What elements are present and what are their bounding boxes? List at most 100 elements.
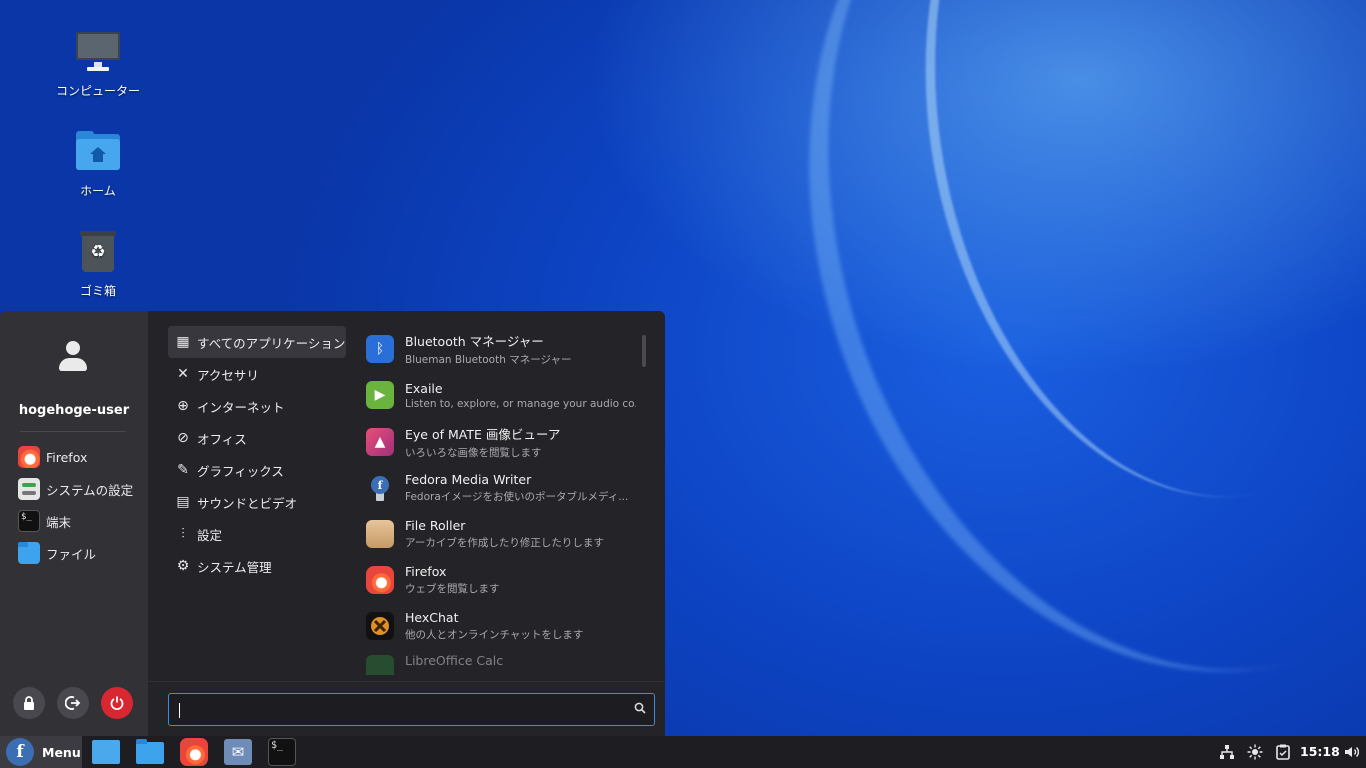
firefox-icon xyxy=(366,566,394,594)
brightness-icon[interactable] xyxy=(1244,736,1266,768)
menu-button[interactable]: f Menu xyxy=(0,736,82,768)
favorite-label: 端末 xyxy=(46,514,72,530)
computer-icon xyxy=(74,28,122,76)
power-icon xyxy=(110,696,124,710)
favorite-system-settings[interactable]: システムの設定 xyxy=(18,478,133,500)
hexchat-icon xyxy=(366,612,394,640)
globe-icon: ⊕ xyxy=(177,398,189,414)
desktop-icon-computer[interactable]: コンピューター xyxy=(38,28,158,99)
app-item-fedora-media-writer[interactable]: f Fedora Media Writer Fedoraイメージをお使いのポータ… xyxy=(366,467,636,509)
clock[interactable]: 15:18 xyxy=(1300,736,1340,768)
libreoffice-calc-icon xyxy=(366,655,394,675)
app-item-exaile[interactable]: ▶ Exaile Listen to, explore, or manage y… xyxy=(366,374,636,416)
app-description: いろいろな画像を閲覧します xyxy=(405,447,542,459)
app-description: Fedoraイメージをお使いのポータブルメディ... xyxy=(405,491,629,503)
trash-icon: ♻ xyxy=(74,228,122,276)
desktop-icon-label: コンピューター xyxy=(55,84,140,98)
app-item-eye-of-mate[interactable]: ▲ Eye of MATE 画像ビューア いろいろな画像を閲覧します xyxy=(366,421,636,463)
tools-icon: ✕ xyxy=(177,366,189,382)
application-menu: hogehoge-user Firefox システムの設定 $_ 端末 ファイル xyxy=(0,311,665,736)
category-internet[interactable]: ⊕ インターネット xyxy=(168,390,346,422)
gear-icon: ⚙ xyxy=(176,558,190,574)
exaile-icon: ▶ xyxy=(366,381,394,409)
app-name: Firefox xyxy=(405,564,447,579)
desktop-icon-label: ホーム xyxy=(80,184,116,198)
firefox-icon[interactable] xyxy=(180,738,208,766)
files-icon xyxy=(18,542,40,564)
app-name: Exaile xyxy=(405,380,443,396)
search-input[interactable] xyxy=(169,702,626,717)
text-caret xyxy=(179,703,180,718)
app-description: ウェブを閲覧します xyxy=(405,583,500,595)
category-office[interactable]: ⊘ オフィス xyxy=(168,422,346,454)
clipboard-icon[interactable] xyxy=(1272,736,1294,768)
app-description: Listen to, explore, or manage your audio… xyxy=(405,397,636,410)
divider xyxy=(20,431,126,432)
app-list-scrollbar[interactable] xyxy=(642,335,646,367)
lock-button[interactable] xyxy=(13,687,45,719)
category-label: アクセサリ xyxy=(197,367,259,383)
search-icon xyxy=(626,702,654,717)
app-name: HexChat xyxy=(405,610,459,625)
app-name: Bluetooth マネージャー xyxy=(405,334,544,349)
app-name: LibreOffice Calc xyxy=(405,652,504,668)
app-item-file-roller[interactable]: File Roller アーカイブを作成したり修正したりします xyxy=(366,513,636,555)
folder-icon[interactable] xyxy=(136,739,164,764)
category-system[interactable]: ⚙ システム管理 xyxy=(168,550,346,582)
favorite-firefox[interactable]: Firefox xyxy=(18,446,87,468)
fedora-logo-icon: f xyxy=(6,738,34,766)
category-label: サウンドとビデオ xyxy=(197,495,298,511)
archive-icon xyxy=(366,520,394,548)
category-settings[interactable]: ⫶ 設定 xyxy=(168,518,346,550)
category-sound-video[interactable]: ▤ サウンドとビデオ xyxy=(168,486,346,518)
app-name: Fedora Media Writer xyxy=(405,472,532,487)
bluetooth-icon: ᛒ xyxy=(366,335,394,363)
sliders-icon: ⫶ xyxy=(181,526,185,542)
terminal-icon[interactable]: $_ xyxy=(268,738,296,766)
category-label: オフィス xyxy=(197,431,247,447)
category-label: グラフィックス xyxy=(197,463,284,479)
app-item-bluetooth-manager[interactable]: ᛒ Bluetooth マネージャー Blueman Bluetooth マネー… xyxy=(366,328,636,370)
category-label: システム管理 xyxy=(197,559,272,575)
app-item-hexchat[interactable]: HexChat 他の人とオンラインチャットをします xyxy=(366,605,636,647)
category-label: インターネット xyxy=(197,399,285,415)
category-accessories[interactable]: ✕ アクセサリ xyxy=(168,358,346,390)
shutdown-button[interactable] xyxy=(101,687,133,719)
logout-button[interactable] xyxy=(57,687,89,719)
app-name: File Roller xyxy=(405,518,466,533)
palette-icon: ✎ xyxy=(177,462,189,478)
desktop-window-icon[interactable] xyxy=(92,740,120,764)
favorite-label: ファイル xyxy=(46,546,97,562)
lock-icon xyxy=(24,696,34,710)
home-folder-icon xyxy=(74,128,122,176)
category-all-applications[interactable]: ▦ すべてのアプリケーション xyxy=(168,326,346,358)
favorite-terminal[interactable]: $_ 端末 xyxy=(18,510,71,532)
grid-icon: ▦ xyxy=(176,334,190,350)
desktop-icon-label: ゴミ箱 xyxy=(79,284,116,298)
category-graphics[interactable]: ✎ グラフィックス xyxy=(168,454,346,486)
network-icon[interactable] xyxy=(1216,736,1238,768)
mail-icon[interactable]: ✉ xyxy=(224,739,252,765)
menu-sidebar: hogehoge-user Firefox システムの設定 $_ 端末 ファイル xyxy=(0,311,148,736)
app-name: Eye of MATE 画像ビューア xyxy=(405,427,561,442)
image-viewer-icon: ▲ xyxy=(366,428,394,456)
settings-icon xyxy=(18,478,40,500)
favorite-files[interactable]: ファイル xyxy=(18,542,96,564)
app-item-firefox[interactable]: Firefox ウェブを閲覧します xyxy=(366,559,636,601)
desktop-icon-home[interactable]: ホーム xyxy=(38,128,158,199)
favorite-label: システムの設定 xyxy=(46,482,134,498)
favorite-label: Firefox xyxy=(46,449,88,465)
volume-icon[interactable] xyxy=(1342,736,1362,768)
paperclip-icon: ⊘ xyxy=(177,430,189,446)
logout-icon xyxy=(65,696,81,710)
search-box[interactable] xyxy=(168,693,655,726)
category-label: 設定 xyxy=(197,527,223,543)
firefox-icon xyxy=(18,446,40,468)
terminal-icon: $_ xyxy=(18,510,40,532)
app-description: 他の人とオンラインチャットをします xyxy=(405,629,584,641)
app-item-libreoffice-calc[interactable]: LibreOffice Calc xyxy=(366,649,636,675)
desktop-icon-trash[interactable]: ♻ ゴミ箱 xyxy=(38,228,158,299)
fedora-media-writer-icon: f xyxy=(366,474,394,502)
user-name: hogehoge-user xyxy=(18,403,130,418)
user-avatar-icon xyxy=(58,341,88,375)
